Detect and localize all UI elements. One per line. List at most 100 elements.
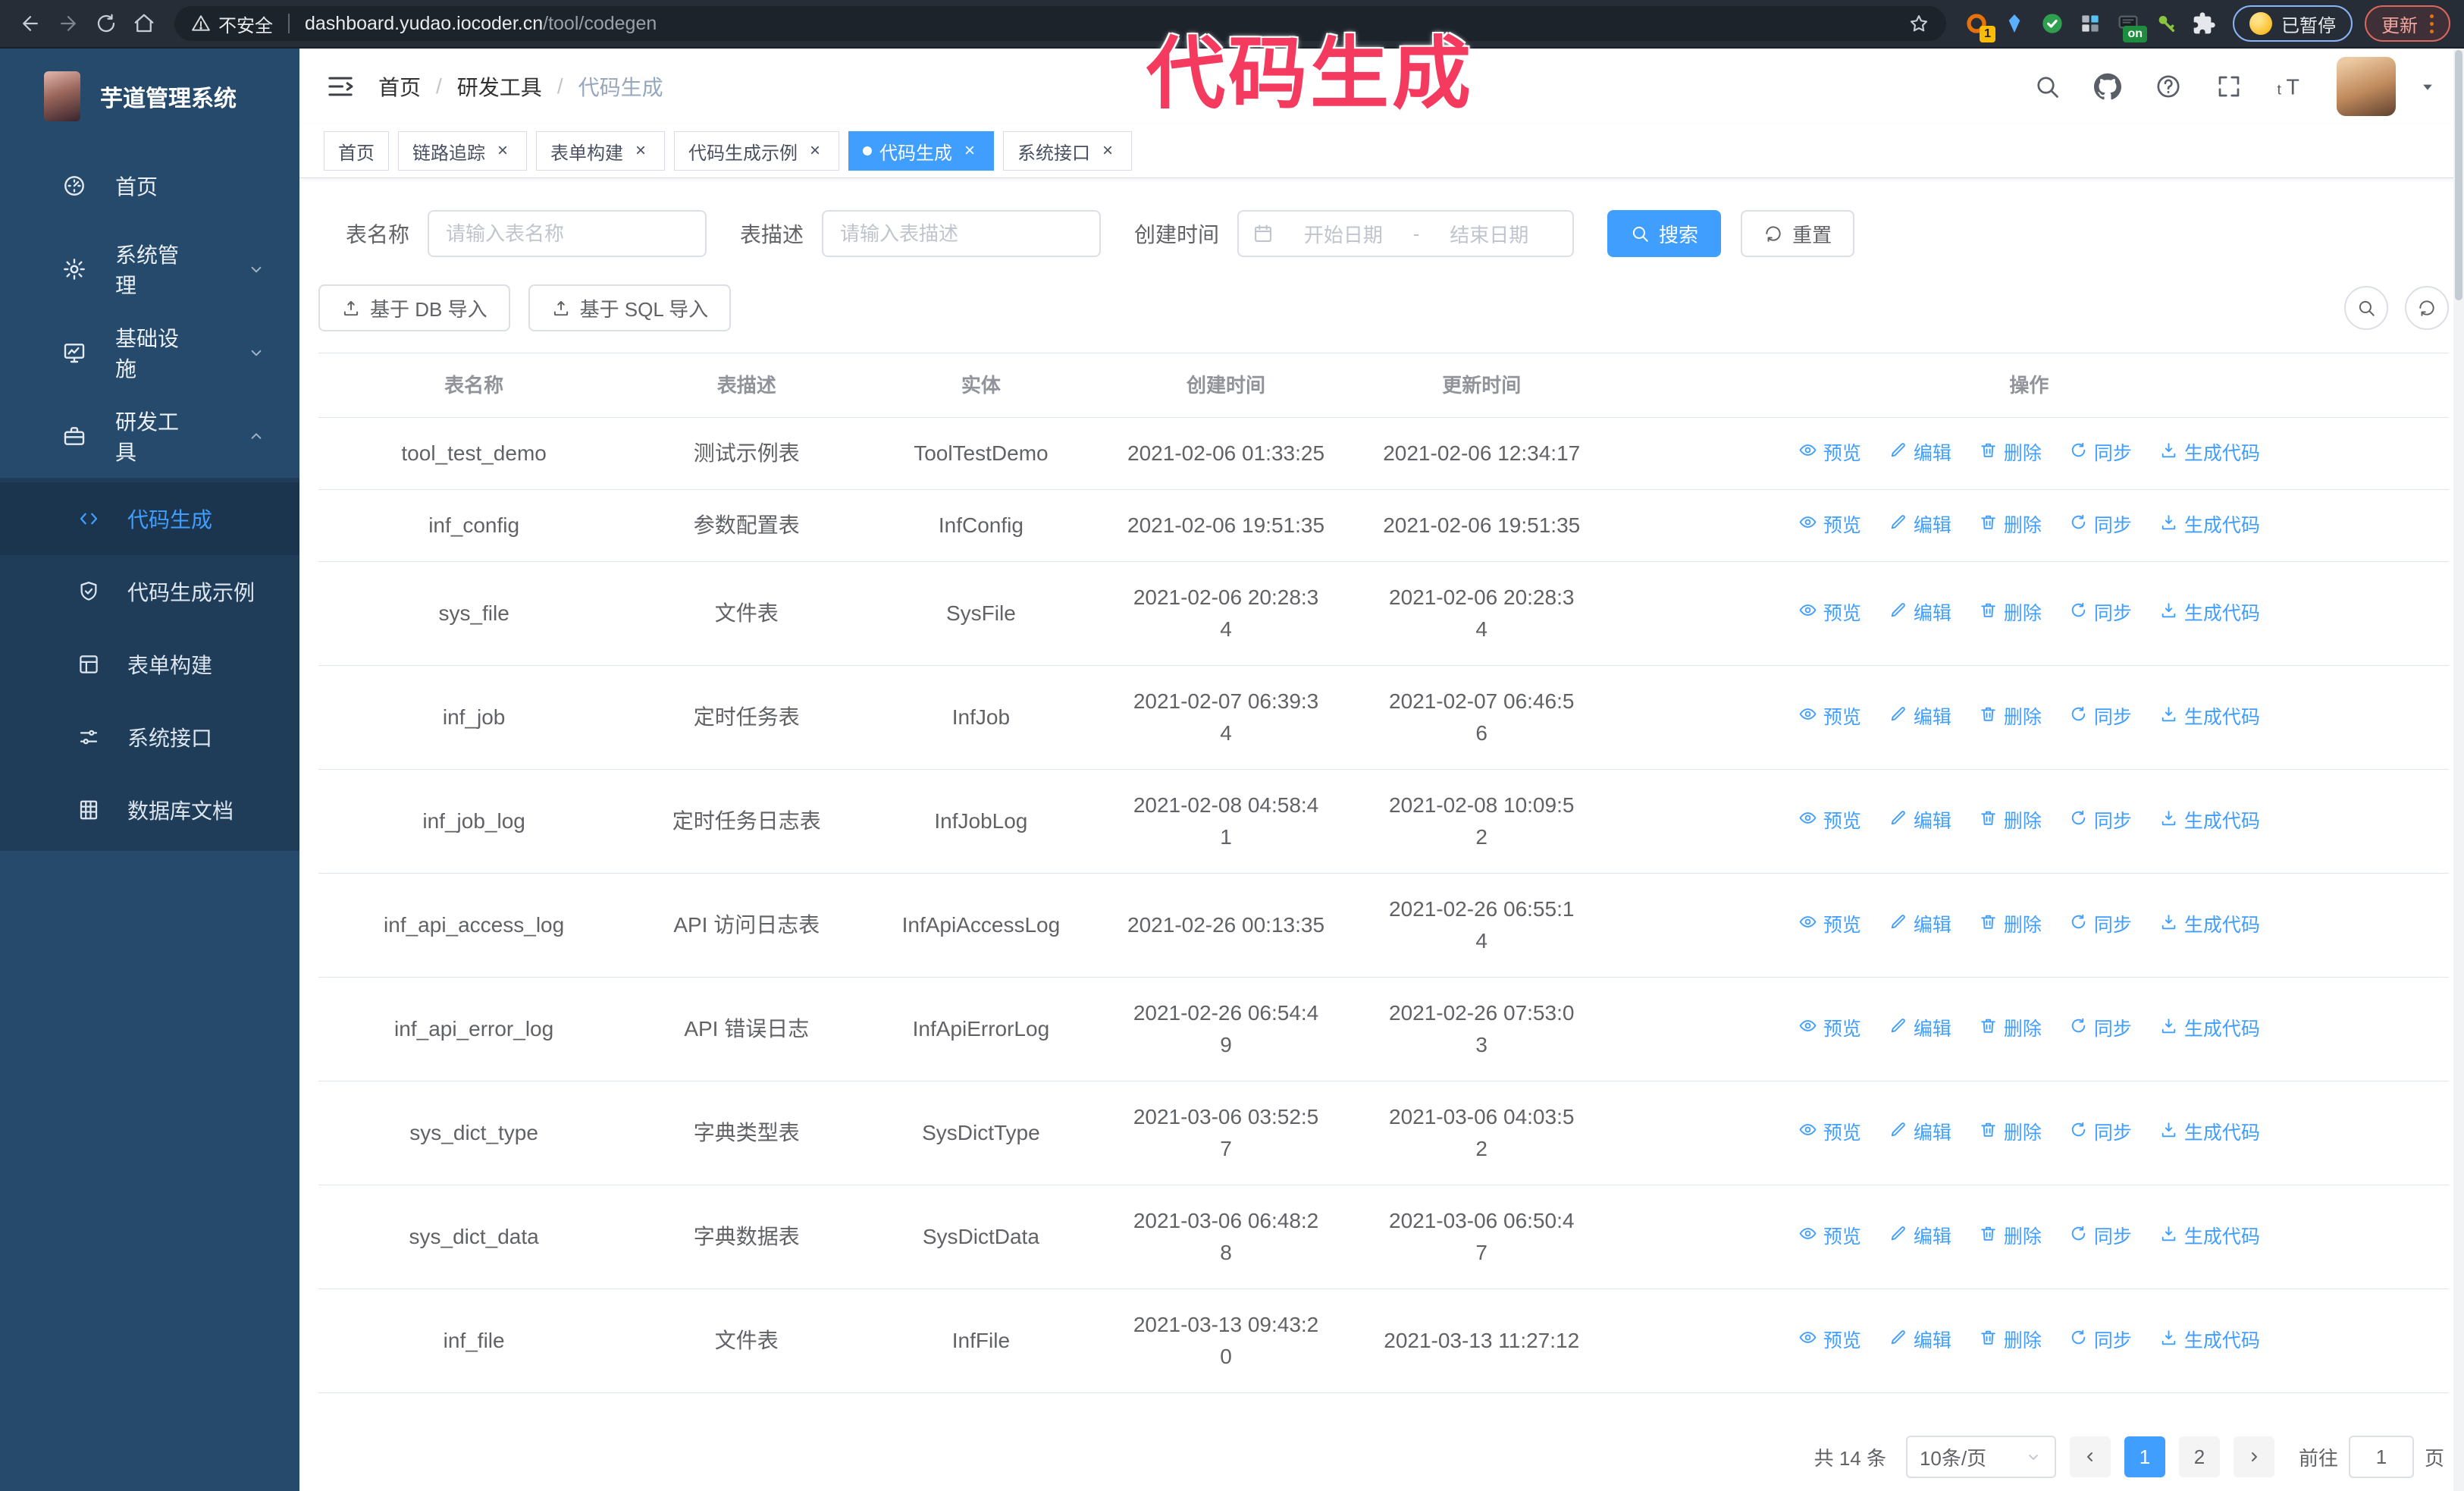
- sidebar-item-3[interactable]: 基础设施: [0, 311, 299, 394]
- toggle-search-icon[interactable]: [2344, 286, 2388, 330]
- action-sync[interactable]: 同步: [2069, 598, 2132, 629]
- action-eye[interactable]: 预览: [1798, 1014, 1861, 1044]
- sidebar-item-1[interactable]: 首页: [0, 144, 299, 228]
- caret-down-icon[interactable]: [2417, 76, 2438, 97]
- action-download[interactable]: 生成代码: [2159, 598, 2260, 629]
- action-download[interactable]: 生成代码: [2159, 1222, 2260, 1252]
- action-download[interactable]: 生成代码: [2159, 1118, 2260, 1148]
- prev-page-button[interactable]: [2069, 1436, 2111, 1477]
- sidebar-subitem-5[interactable]: 数据库文档: [0, 774, 299, 846]
- action-sync[interactable]: 同步: [2069, 1326, 2132, 1356]
- action-delete[interactable]: 删除: [1979, 1118, 2042, 1148]
- sidebar-subitem-1[interactable]: 代码生成: [0, 482, 299, 555]
- action-delete[interactable]: 删除: [1979, 438, 2042, 469]
- table-desc-input[interactable]: [822, 210, 1102, 257]
- close-icon[interactable]: [805, 141, 825, 161]
- tab-3[interactable]: 表单构建: [536, 131, 665, 171]
- reload-icon[interactable]: [89, 7, 123, 40]
- import-db-button[interactable]: 基于 DB 导入: [318, 284, 510, 331]
- search-icon[interactable]: [2033, 73, 2061, 100]
- sidebar-item-4[interactable]: 研发工具: [0, 394, 299, 478]
- close-icon[interactable]: [960, 141, 980, 161]
- action-sync[interactable]: 同步: [2069, 702, 2132, 733]
- bookmark-star-icon[interactable]: [1908, 13, 1930, 34]
- action-delete[interactable]: 删除: [1979, 598, 2042, 629]
- action-download[interactable]: 生成代码: [2159, 1014, 2260, 1044]
- scrollbar-thumb[interactable]: [2455, 50, 2462, 300]
- close-icon[interactable]: [1098, 141, 1118, 161]
- action-edit[interactable]: 编辑: [1889, 1222, 1951, 1252]
- help-icon[interactable]: [2155, 73, 2182, 100]
- close-icon[interactable]: [631, 141, 650, 161]
- action-download[interactable]: 生成代码: [2159, 510, 2260, 541]
- action-eye[interactable]: 预览: [1798, 1118, 1861, 1148]
- tab-2[interactable]: 链路追踪: [398, 131, 527, 171]
- breadcrumb-tools[interactable]: 研发工具: [457, 71, 542, 102]
- action-edit[interactable]: 编辑: [1889, 702, 1951, 733]
- action-eye[interactable]: 预览: [1798, 598, 1861, 629]
- orange-ring-icon[interactable]: 1: [1960, 7, 1995, 42]
- action-sync[interactable]: 同步: [2069, 438, 2132, 469]
- search-button[interactable]: 搜索: [1607, 210, 1722, 257]
- sidebar-subitem-2[interactable]: 代码生成示例: [0, 555, 299, 628]
- sidebar-subitem-3[interactable]: 表单构建: [0, 628, 299, 701]
- action-sync[interactable]: 同步: [2069, 1118, 2132, 1148]
- action-download[interactable]: 生成代码: [2159, 438, 2260, 469]
- action-edit[interactable]: 编辑: [1889, 438, 1951, 469]
- refresh-table-icon[interactable]: [2405, 286, 2449, 330]
- profile-paused-pill[interactable]: 已暂停: [2233, 5, 2353, 42]
- action-sync[interactable]: 同步: [2069, 1014, 2132, 1044]
- green-check-icon[interactable]: [2036, 7, 2069, 40]
- table-name-input[interactable]: [428, 210, 707, 257]
- start-date-placeholder[interactable]: 开始日期: [1274, 220, 1413, 248]
- breadcrumb-home[interactable]: 首页: [378, 71, 421, 102]
- action-edit[interactable]: 编辑: [1889, 1014, 1951, 1044]
- page-size-select[interactable]: 10条/页: [1905, 1436, 2056, 1478]
- page-2-button[interactable]: 2: [2178, 1436, 2220, 1477]
- action-delete[interactable]: 删除: [1979, 1326, 2042, 1356]
- app-logo-row[interactable]: 芋道管理系统: [0, 49, 299, 144]
- user-avatar[interactable]: [2337, 57, 2396, 116]
- blue-gem-icon[interactable]: [1998, 7, 2031, 40]
- action-delete[interactable]: 删除: [1979, 510, 2042, 541]
- tab-5[interactable]: 代码生成: [848, 131, 994, 171]
- action-eye[interactable]: 预览: [1798, 1326, 1861, 1356]
- action-download[interactable]: 生成代码: [2159, 1326, 2260, 1356]
- action-sync[interactable]: 同步: [2069, 1222, 2132, 1252]
- back-icon[interactable]: [14, 7, 47, 40]
- font-size-icon[interactable]: tT: [2276, 73, 2303, 100]
- goto-page-input[interactable]: [2348, 1436, 2414, 1478]
- action-delete[interactable]: 删除: [1979, 702, 2042, 733]
- puzzle-icon[interactable]: [2187, 7, 2221, 40]
- action-edit[interactable]: 编辑: [1889, 806, 1951, 837]
- chrome-update-button[interactable]: 更新: [2365, 5, 2450, 42]
- security-warning-label[interactable]: 不安全: [218, 11, 273, 37]
- forward-icon[interactable]: [52, 7, 85, 40]
- tab-1[interactable]: 首页: [324, 131, 389, 171]
- sidebar-item-2[interactable]: 系统管理: [0, 228, 299, 311]
- action-sync[interactable]: 同步: [2069, 510, 2132, 541]
- action-eye[interactable]: 预览: [1798, 806, 1861, 837]
- close-icon[interactable]: [493, 141, 513, 161]
- page-scrollbar[interactable]: [2453, 49, 2464, 1491]
- action-delete[interactable]: 删除: [1979, 1222, 2042, 1252]
- action-eye[interactable]: 预览: [1798, 1222, 1861, 1252]
- tab-4[interactable]: 代码生成示例: [674, 131, 839, 171]
- action-edit[interactable]: 编辑: [1889, 598, 1951, 629]
- grid-blue-icon[interactable]: [2074, 7, 2107, 40]
- action-sync[interactable]: 同步: [2069, 910, 2132, 940]
- action-delete[interactable]: 删除: [1979, 1014, 2042, 1044]
- dark-on-icon[interactable]: on: [2111, 7, 2147, 42]
- action-download[interactable]: 生成代码: [2159, 702, 2260, 733]
- home-icon[interactable]: [127, 7, 161, 40]
- action-delete[interactable]: 删除: [1979, 910, 2042, 940]
- action-eye[interactable]: 预览: [1798, 702, 1861, 733]
- green-key-icon[interactable]: [2149, 7, 2183, 40]
- date-range-picker[interactable]: 开始日期 - 结束日期: [1237, 210, 1575, 257]
- import-sql-button[interactable]: 基于 SQL 导入: [528, 284, 732, 331]
- next-page-button[interactable]: [2233, 1436, 2274, 1477]
- action-download[interactable]: 生成代码: [2159, 910, 2260, 940]
- action-eye[interactable]: 预览: [1798, 438, 1861, 469]
- page-1-button[interactable]: 1: [2124, 1436, 2165, 1477]
- reset-button[interactable]: 重置: [1741, 210, 1855, 257]
